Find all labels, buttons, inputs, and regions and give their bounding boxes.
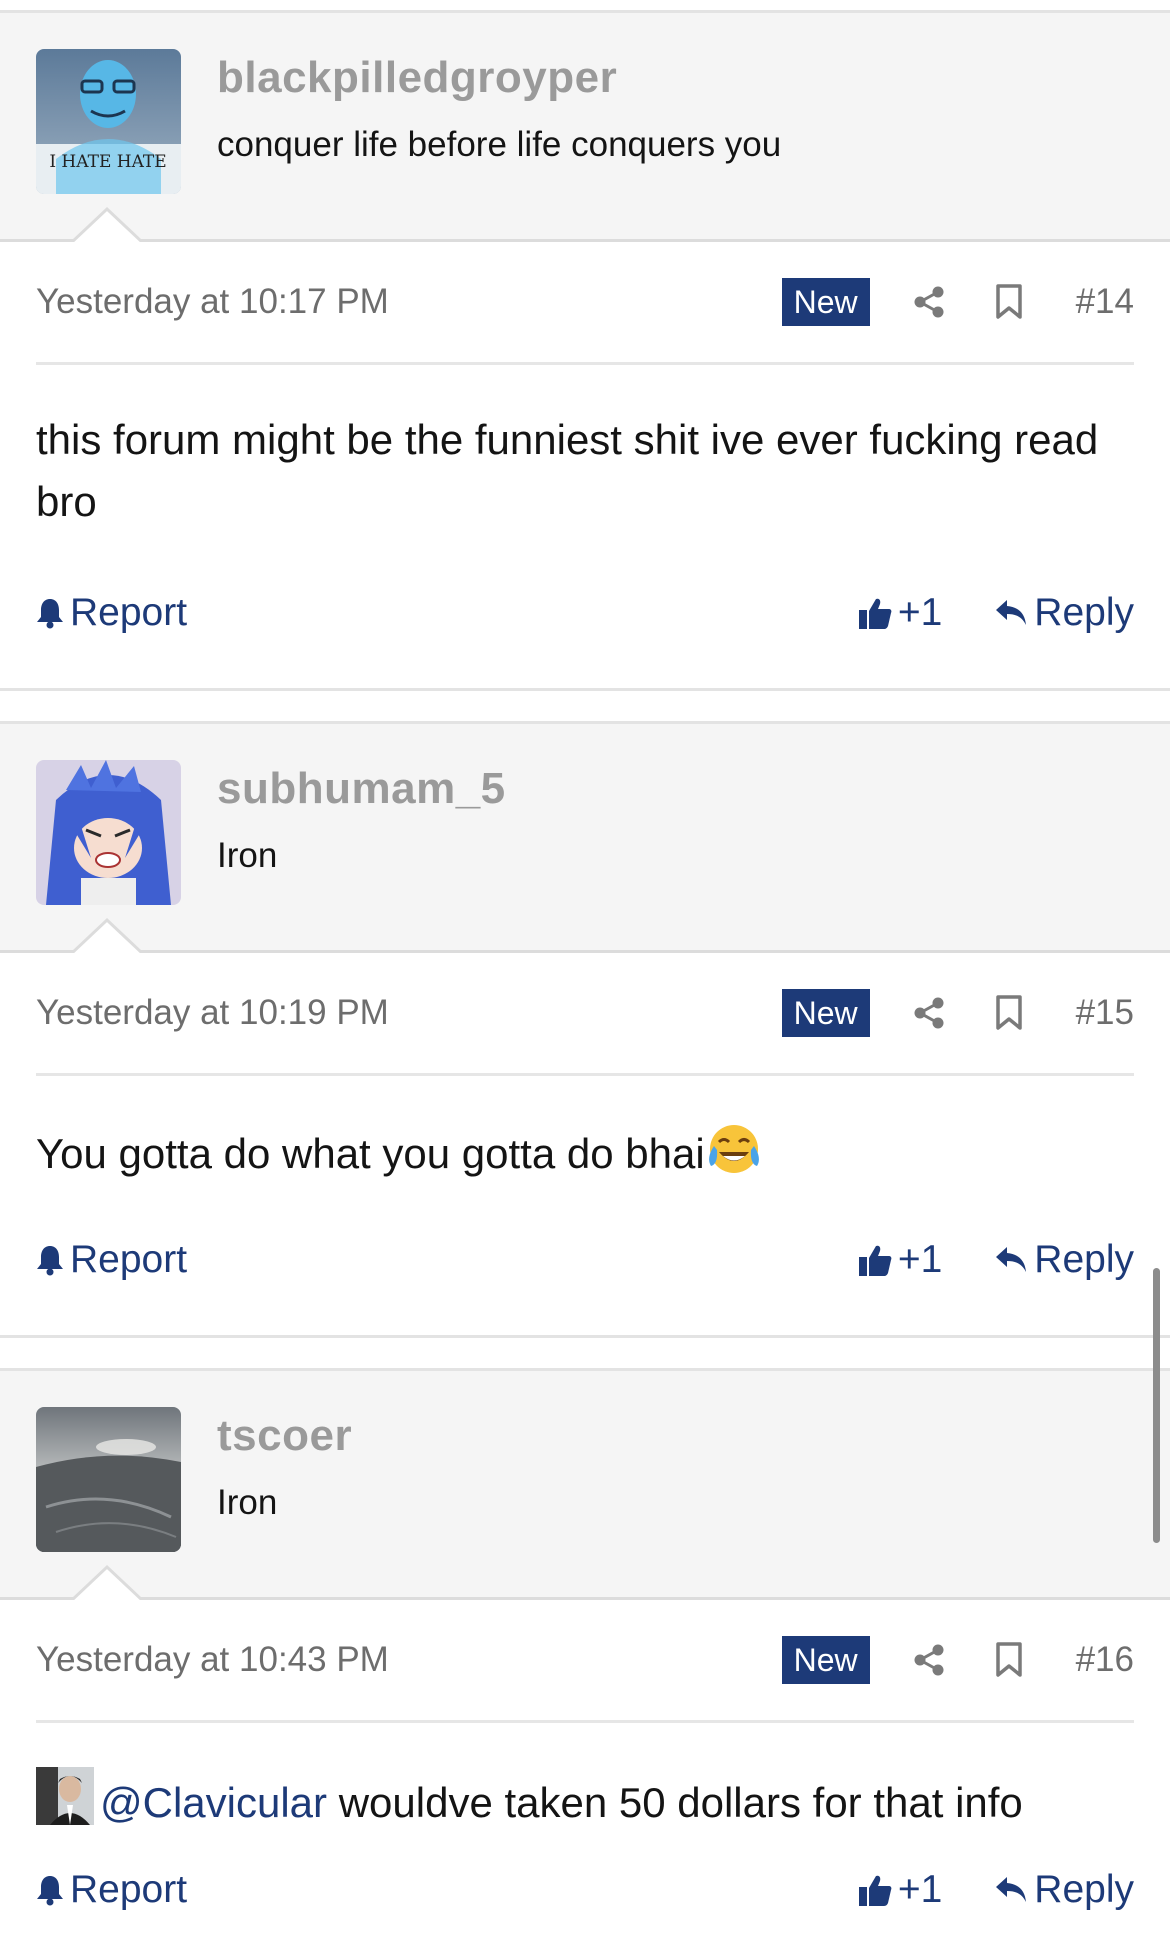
username[interactable]: subhumam_5 [217, 764, 506, 814]
post-timestamp[interactable]: Yesterday at 10:43 PM [36, 1640, 782, 1680]
post-separator [0, 1335, 1170, 1371]
tears-of-joy-emoji-icon [705, 1120, 763, 1178]
top-divider [0, 0, 1170, 13]
like-button[interactable]: +1 [858, 1238, 942, 1282]
username[interactable]: tscoer [217, 1411, 352, 1461]
report-label: Report [70, 1238, 188, 1281]
post-author-header: subhumam_5 Iron [0, 724, 1170, 953]
username[interactable]: blackpilledgroyper [217, 53, 781, 103]
post-16: tscoer Iron Yesterday at 10:43 PM New #1… [0, 1371, 1170, 1930]
post-actions: Report +1 Reply [36, 1220, 1134, 1300]
post-number[interactable]: #16 [1076, 1640, 1134, 1680]
reply-button[interactable]: Reply [994, 591, 1134, 635]
user-title: conquer life before life conquers you [217, 125, 782, 164]
share-icon[interactable] [904, 988, 954, 1038]
reply-arrow-icon [994, 598, 1028, 628]
post-content: You gotta do what you gotta do bhai [36, 1076, 1134, 1185]
avatar[interactable] [36, 1407, 181, 1552]
new-badge: New [781, 278, 870, 326]
post-number[interactable]: #14 [1076, 282, 1134, 322]
post-author-header: I HATE HATE blackpilledgroyper conquer l… [0, 13, 1170, 242]
post-14: I HATE HATE blackpilledgroyper conquer l… [0, 13, 1170, 653]
like-button[interactable]: +1 [858, 591, 942, 635]
bell-icon [36, 597, 64, 629]
like-count: +1 [897, 1868, 943, 1911]
bookmark-icon[interactable] [984, 277, 1034, 327]
avatar[interactable]: I HATE HATE [36, 49, 181, 194]
post-text: You gotta do what you gotta do bhai [36, 1130, 705, 1177]
user-title: Iron [217, 1483, 278, 1522]
header-notch [72, 206, 142, 242]
reply-button[interactable]: Reply [994, 1868, 1134, 1912]
user-title: Iron [217, 836, 278, 875]
post-15: subhumam_5 Iron Yesterday at 10:19 PM Ne… [0, 724, 1170, 1300]
thumbs-up-icon [858, 1243, 892, 1277]
user-mention-link[interactable]: @Clavicular [100, 1779, 327, 1826]
post-text: wouldve taken 50 dollars for that info [327, 1779, 1023, 1826]
post-timestamp[interactable]: Yesterday at 10:19 PM [36, 993, 782, 1033]
reply-button[interactable]: Reply [994, 1238, 1134, 1282]
post-content: @Clavicular wouldve taken 50 dollars for… [36, 1723, 1134, 1834]
post-actions: Report +1 Reply [36, 1850, 1134, 1930]
avatar[interactable] [36, 760, 181, 905]
reply-label: Reply [1034, 591, 1134, 634]
header-notch [72, 917, 142, 953]
scrollbar-thumb[interactable] [1153, 1268, 1160, 1543]
reply-label: Reply [1034, 1238, 1134, 1281]
avatar-caption: I HATE HATE [49, 152, 166, 172]
post-meta: Yesterday at 10:43 PM New #16 [36, 1600, 1134, 1723]
report-button[interactable]: Report [36, 1238, 858, 1282]
bell-icon [36, 1244, 64, 1276]
post-number[interactable]: #15 [1076, 993, 1134, 1033]
share-icon[interactable] [904, 277, 954, 327]
report-label: Report [70, 591, 188, 634]
thumbs-up-icon [858, 1873, 892, 1907]
post-content: this forum might be the funniest shit iv… [36, 365, 1134, 533]
post-separator [0, 688, 1170, 724]
new-badge: New [781, 989, 870, 1037]
report-label: Report [70, 1868, 188, 1911]
post-meta: Yesterday at 10:19 PM New #15 [36, 953, 1134, 1076]
reply-arrow-icon [994, 1875, 1028, 1905]
report-button[interactable]: Report [36, 591, 858, 635]
mention-avatar[interactable] [36, 1767, 94, 1825]
header-notch [72, 1564, 142, 1600]
thumbs-up-icon [858, 596, 892, 630]
bookmark-icon[interactable] [984, 988, 1034, 1038]
post-timestamp[interactable]: Yesterday at 10:17 PM [36, 282, 782, 322]
post-author-header: tscoer Iron [0, 1371, 1170, 1600]
reply-arrow-icon [994, 1245, 1028, 1275]
like-count: +1 [897, 1238, 943, 1281]
like-button[interactable]: +1 [858, 1868, 942, 1912]
post-text: this forum might be the funniest shit iv… [36, 416, 1099, 525]
report-button[interactable]: Report [36, 1868, 858, 1912]
share-icon[interactable] [904, 1635, 954, 1685]
like-count: +1 [897, 591, 943, 634]
bookmark-icon[interactable] [984, 1635, 1034, 1685]
reply-label: Reply [1034, 1868, 1134, 1911]
post-meta: Yesterday at 10:17 PM New #14 [36, 242, 1134, 365]
new-badge: New [781, 1636, 870, 1684]
bell-icon [36, 1874, 64, 1906]
post-actions: Report +1 Reply [36, 573, 1134, 653]
